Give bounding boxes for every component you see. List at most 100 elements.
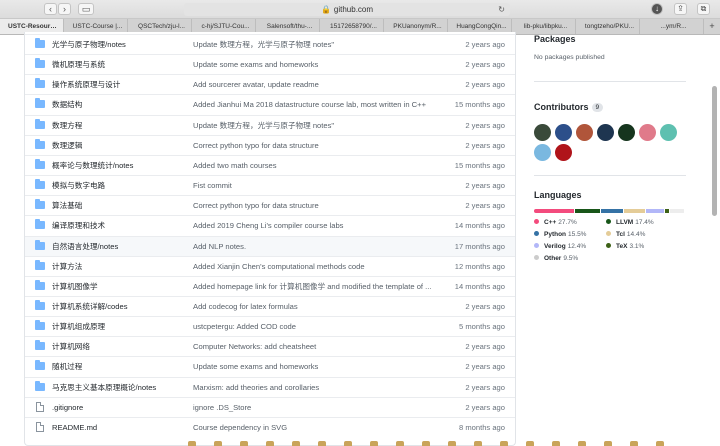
file-name-link[interactable]: README.md (52, 418, 202, 437)
file-row[interactable]: 操作系统原理与设计 Add sourcerer avatar, update re… (25, 74, 515, 94)
file-row[interactable]: 计算机系统详解/codes Add codecog for latex formu… (25, 295, 515, 316)
file-row[interactable]: .gitignore ignore .DS_Store 2 years ago (25, 396, 515, 417)
file-name-link[interactable]: 模拟与数字电路 (52, 176, 202, 195)
commit-message-link[interactable]: Correct python typo for data structure (193, 136, 443, 155)
commit-message-link[interactable]: ustcpetergu: Added COD code (193, 317, 443, 336)
packages-title[interactable]: Packages (534, 34, 686, 44)
file-name-link[interactable]: 马克思主义基本原理概论/notes (52, 378, 202, 397)
commit-message-link[interactable]: Course dependency in SVG (193, 418, 443, 437)
dock-icon[interactable] (240, 441, 248, 446)
commit-message-link[interactable]: Fist commit (193, 176, 443, 195)
tabs-overview-icon[interactable]: ⧉ (697, 3, 710, 15)
commit-message-link[interactable]: Marxism: add theories and corollaries (193, 378, 443, 397)
file-name-link[interactable]: 计算机系统详解/codes (52, 297, 202, 316)
commit-message-link[interactable]: Add sourcerer avatar, update readme (193, 75, 443, 94)
dock-icon[interactable] (422, 441, 430, 446)
commit-message-link[interactable]: Added 2019 Cheng Li's compiler course la… (193, 216, 443, 235)
language-item[interactable]: Tcl 14.4% (606, 230, 686, 239)
language-item[interactable]: LLVM 17.4% (606, 218, 686, 227)
contributor-avatar[interactable] (639, 124, 656, 141)
file-name-link[interactable]: 操作系统原理与设计 (52, 75, 202, 94)
dock-icon[interactable] (656, 441, 664, 446)
dock-icon[interactable] (448, 441, 456, 446)
contributors-title[interactable]: Contributors (534, 102, 589, 112)
file-name-link[interactable]: 概率论与数理统计/notes (52, 156, 202, 175)
file-row[interactable]: 光学与原子物理/notes Update 数理方程，光学与原子物理 notes" 2… (25, 34, 515, 54)
file-row[interactable]: 计算机组成原理 ustcpetergu: Added COD code 5 mont… (25, 316, 515, 336)
file-name-link[interactable]: 微机原理与系统 (52, 55, 202, 74)
dock-icon[interactable] (500, 441, 508, 446)
file-row[interactable]: 计算机图像学 Added homepage link for 计算机图像学 and… (25, 275, 515, 296)
file-row[interactable]: 数据结构 Added Jianhui Ma 2018 datastructure … (25, 94, 515, 114)
file-name-link[interactable]: 数理逻辑 (52, 136, 202, 155)
dock-icon[interactable] (578, 441, 586, 446)
share-icon[interactable]: ⇪ (674, 3, 687, 15)
contributor-avatar[interactable] (534, 144, 551, 161)
dock-icon[interactable] (344, 441, 352, 446)
file-name-link[interactable]: 光学与原子物理/notes (52, 35, 202, 54)
download-icon[interactable]: ↓ (651, 3, 663, 15)
file-name-link[interactable]: 编译原理和技术 (52, 216, 202, 235)
commit-message-link[interactable]: Add codecog for latex formulas (193, 297, 443, 316)
file-name-link[interactable]: .gitignore (52, 398, 202, 417)
file-name-link[interactable]: 算法基础 (52, 196, 202, 215)
language-item[interactable]: Python 15.5% (534, 230, 606, 239)
file-row[interactable]: 马克思主义基本原理概论/notes Marxism: add theories a… (25, 376, 515, 397)
file-row[interactable]: 模拟与数字电路 Fist commit 2 years ago (25, 175, 515, 195)
page-scrollbar[interactable] (712, 86, 717, 216)
dock-icon[interactable] (552, 441, 560, 446)
language-item[interactable]: Other 9.5% (534, 254, 606, 263)
file-name-link[interactable]: 数据结构 (52, 95, 202, 114)
file-row[interactable]: 概率论与数理统计/notes Added two math courses 15 m… (25, 154, 515, 175)
file-name-link[interactable]: 计算机网络 (52, 337, 202, 356)
contributor-avatar[interactable] (555, 124, 572, 141)
file-name-link[interactable]: 自然语言处理/notes (52, 237, 202, 256)
file-row[interactable]: README.md Course dependency in SVG 8 month… (25, 416, 515, 437)
file-row[interactable]: 计算方法 Added Xianjin Chen's computational m… (25, 255, 515, 276)
language-item[interactable]: C++ 27.7% (534, 218, 606, 227)
sidebar-toggle-button[interactable]: ▭ (78, 3, 94, 15)
commit-message-link[interactable]: Added homepage link for 计算机图像学 and modif… (193, 277, 443, 296)
dock-icon[interactable] (214, 441, 222, 446)
file-row[interactable]: 数理方程 Update 数理方程，光学与原子物理 notes" 2 years ag… (25, 114, 515, 135)
commit-message-link[interactable]: Computer Networks: add cheatsheet (193, 337, 443, 356)
file-row[interactable]: 随机过程 Update some exams and homeworks 2 yea… (25, 356, 515, 376)
dock-icon[interactable] (526, 441, 534, 446)
commit-message-link[interactable]: Added Jianhui Ma 2018 datastructure cour… (193, 95, 443, 114)
contributor-avatar[interactable] (576, 124, 593, 141)
commit-message-link[interactable]: ignore .DS_Store (193, 398, 443, 417)
commit-message-link[interactable]: Update some exams and homeworks (193, 357, 443, 376)
dock-icon[interactable] (266, 441, 274, 446)
new-tab-icon[interactable]: + (704, 19, 720, 34)
file-name-link[interactable]: 计算机组成原理 (52, 317, 202, 336)
file-name-link[interactable]: 计算机图像学 (52, 277, 202, 296)
file-row[interactable]: 编译原理和技术 Added 2019 Cheng Li's compiler co… (25, 215, 515, 235)
contributor-avatar[interactable] (660, 124, 677, 141)
file-name-link[interactable]: 随机过程 (52, 357, 202, 376)
commit-message-link[interactable]: Added two math courses (193, 156, 443, 175)
file-name-link[interactable]: 计算方法 (52, 257, 202, 276)
dock-icon[interactable] (396, 441, 404, 446)
reload-icon[interactable]: ↻ (498, 3, 505, 16)
dock-icon[interactable] (188, 441, 196, 446)
file-row[interactable]: 数理逻辑 Correct python typo for data structu… (25, 134, 515, 155)
dock-icon[interactable] (604, 441, 612, 446)
dock-icon[interactable] (370, 441, 378, 446)
commit-message-link[interactable]: Update 数理方程，光学与原子物理 notes" (193, 116, 443, 135)
language-item[interactable]: Verilog 12.4% (534, 242, 606, 251)
forward-button[interactable]: › (58, 3, 71, 15)
file-row[interactable]: 计算机网络 Computer Networks: add cheatsheet 2 … (25, 336, 515, 356)
commit-message-link[interactable]: Added Xianjin Chen's computational metho… (193, 257, 443, 276)
contributor-avatar[interactable] (555, 144, 572, 161)
back-button[interactable]: ‹ (44, 3, 57, 15)
language-item[interactable]: TeX 3.1% (606, 242, 686, 251)
address-bar[interactable]: 🔒 github.com ↻ (184, 3, 510, 16)
dock-icon[interactable] (292, 441, 300, 446)
commit-message-link[interactable]: Update 数理方程，光学与原子物理 notes" (193, 35, 443, 54)
file-row[interactable]: 自然语言处理/notes Add NLP notes. 17 months ago (25, 235, 515, 256)
commit-message-link[interactable]: Add NLP notes. (193, 237, 443, 256)
contributor-avatar[interactable] (618, 124, 635, 141)
dock-icon[interactable] (630, 441, 638, 446)
contributor-avatar[interactable] (534, 124, 551, 141)
commit-message-link[interactable]: Update some exams and homeworks (193, 55, 443, 74)
